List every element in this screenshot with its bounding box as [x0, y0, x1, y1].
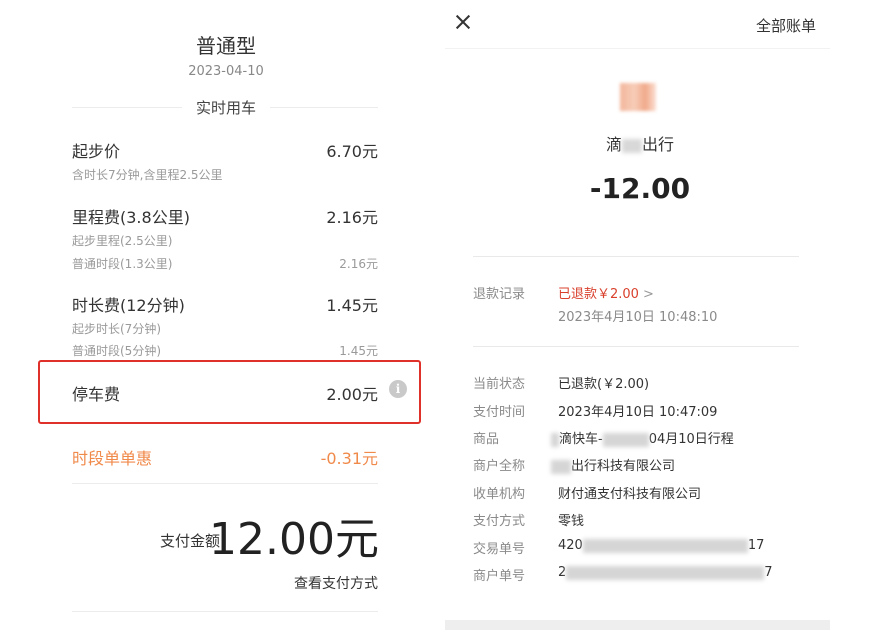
detail-value: 已退款(￥2.00): [558, 377, 650, 392]
bill-detail-panel: 全部账单 滴出行 -12.00 退款记录 已退款￥2.00 > 2023年4月10…: [445, 0, 873, 630]
section-label: 实时用车: [0, 97, 452, 118]
transaction-amount: -12.00: [589, 172, 691, 205]
detail-key: 交易单号: [473, 542, 526, 557]
fee-label-parking: 停车费: [72, 385, 121, 404]
detail-value: 零钱: [558, 514, 585, 529]
masked-text: [602, 432, 649, 447]
detail-key: 支付时间: [473, 405, 526, 420]
detail-key: 当前状态: [473, 377, 526, 392]
divider: [445, 48, 830, 49]
detail-value: 滴快车- 04月10日行程: [551, 428, 734, 447]
fee-label-duration: 时长费(12分钟): [72, 296, 185, 315]
masked-text: [551, 432, 559, 447]
detail-value: 420 17: [558, 538, 765, 553]
divider: [72, 611, 378, 612]
fee-amount-duration: 1.45元: [326, 296, 378, 315]
fee-amount-parking: 2.00元: [326, 385, 378, 404]
fee-sub-label: 起步里程(2.5公里): [72, 234, 173, 248]
divider: [473, 346, 799, 347]
fee-label-base: 起步价: [72, 142, 121, 161]
merchant-name: 滴出行: [605, 135, 675, 154]
all-bills-button[interactable]: 全部账单: [756, 15, 816, 36]
fee-sub-amount: 2.16元: [339, 257, 378, 271]
chevron-right-icon: >: [642, 287, 654, 302]
fee-sub-label: 含时长7分钟,含里程2.5公里: [72, 168, 223, 182]
view-payment-method-link[interactable]: 查看支付方式: [294, 573, 378, 593]
detail-key: 支付方式: [473, 514, 526, 529]
discount-amount: -0.31元: [320, 449, 378, 468]
fee-amount-base: 6.70元: [326, 142, 378, 161]
refund-record-link[interactable]: 已退款￥2.00 >: [558, 283, 654, 302]
masked-text: [582, 538, 748, 553]
detail-value: 出行科技有限公司: [551, 455, 675, 474]
fee-sub-label: 普通时段(1.3公里): [72, 257, 173, 271]
info-circle-icon[interactable]: i: [389, 380, 407, 398]
refund-time: 2023年4月10日 10:48:10: [558, 310, 718, 325]
pay-amount-value: 12.00元: [209, 514, 379, 565]
detail-value: 财付通支付科技有限公司: [558, 487, 702, 502]
discount-label: 时段单单惠: [72, 449, 153, 468]
masked-text: [551, 459, 571, 474]
detail-key: 商户全称: [473, 459, 526, 474]
detail-value: 27: [558, 565, 773, 580]
detail-value: 2023年4月10日 10:47:09: [558, 405, 718, 420]
fee-sub-amount: 1.45元: [339, 344, 378, 358]
fee-sub-label: 起步时长(7分钟): [72, 322, 161, 336]
masked-text: [622, 138, 642, 153]
merchant-logo: [620, 83, 656, 111]
fee-amount-distance: 2.16元: [326, 208, 378, 227]
detail-key: 商户单号: [473, 569, 526, 584]
close-icon[interactable]: [453, 12, 473, 32]
refund-record-label: 退款记录: [473, 287, 526, 302]
masked-text: [566, 565, 765, 580]
detail-key: 收单机构: [473, 487, 526, 502]
fee-sub-label: 普通时段(5分钟): [72, 344, 161, 358]
fare-detail-panel: 普通型 2023-04-10 实时用车 起步价 6.70元 含时长7分钟,含里程…: [0, 0, 445, 630]
divider: [72, 483, 378, 484]
bottom-bar: [445, 620, 830, 630]
car-type-title: 普通型: [196, 34, 256, 58]
divider: [473, 256, 799, 257]
trip-date: 2023-04-10: [188, 64, 264, 79]
detail-key: 商品: [473, 432, 500, 447]
fee-label-distance: 里程费(3.8公里): [72, 208, 190, 227]
